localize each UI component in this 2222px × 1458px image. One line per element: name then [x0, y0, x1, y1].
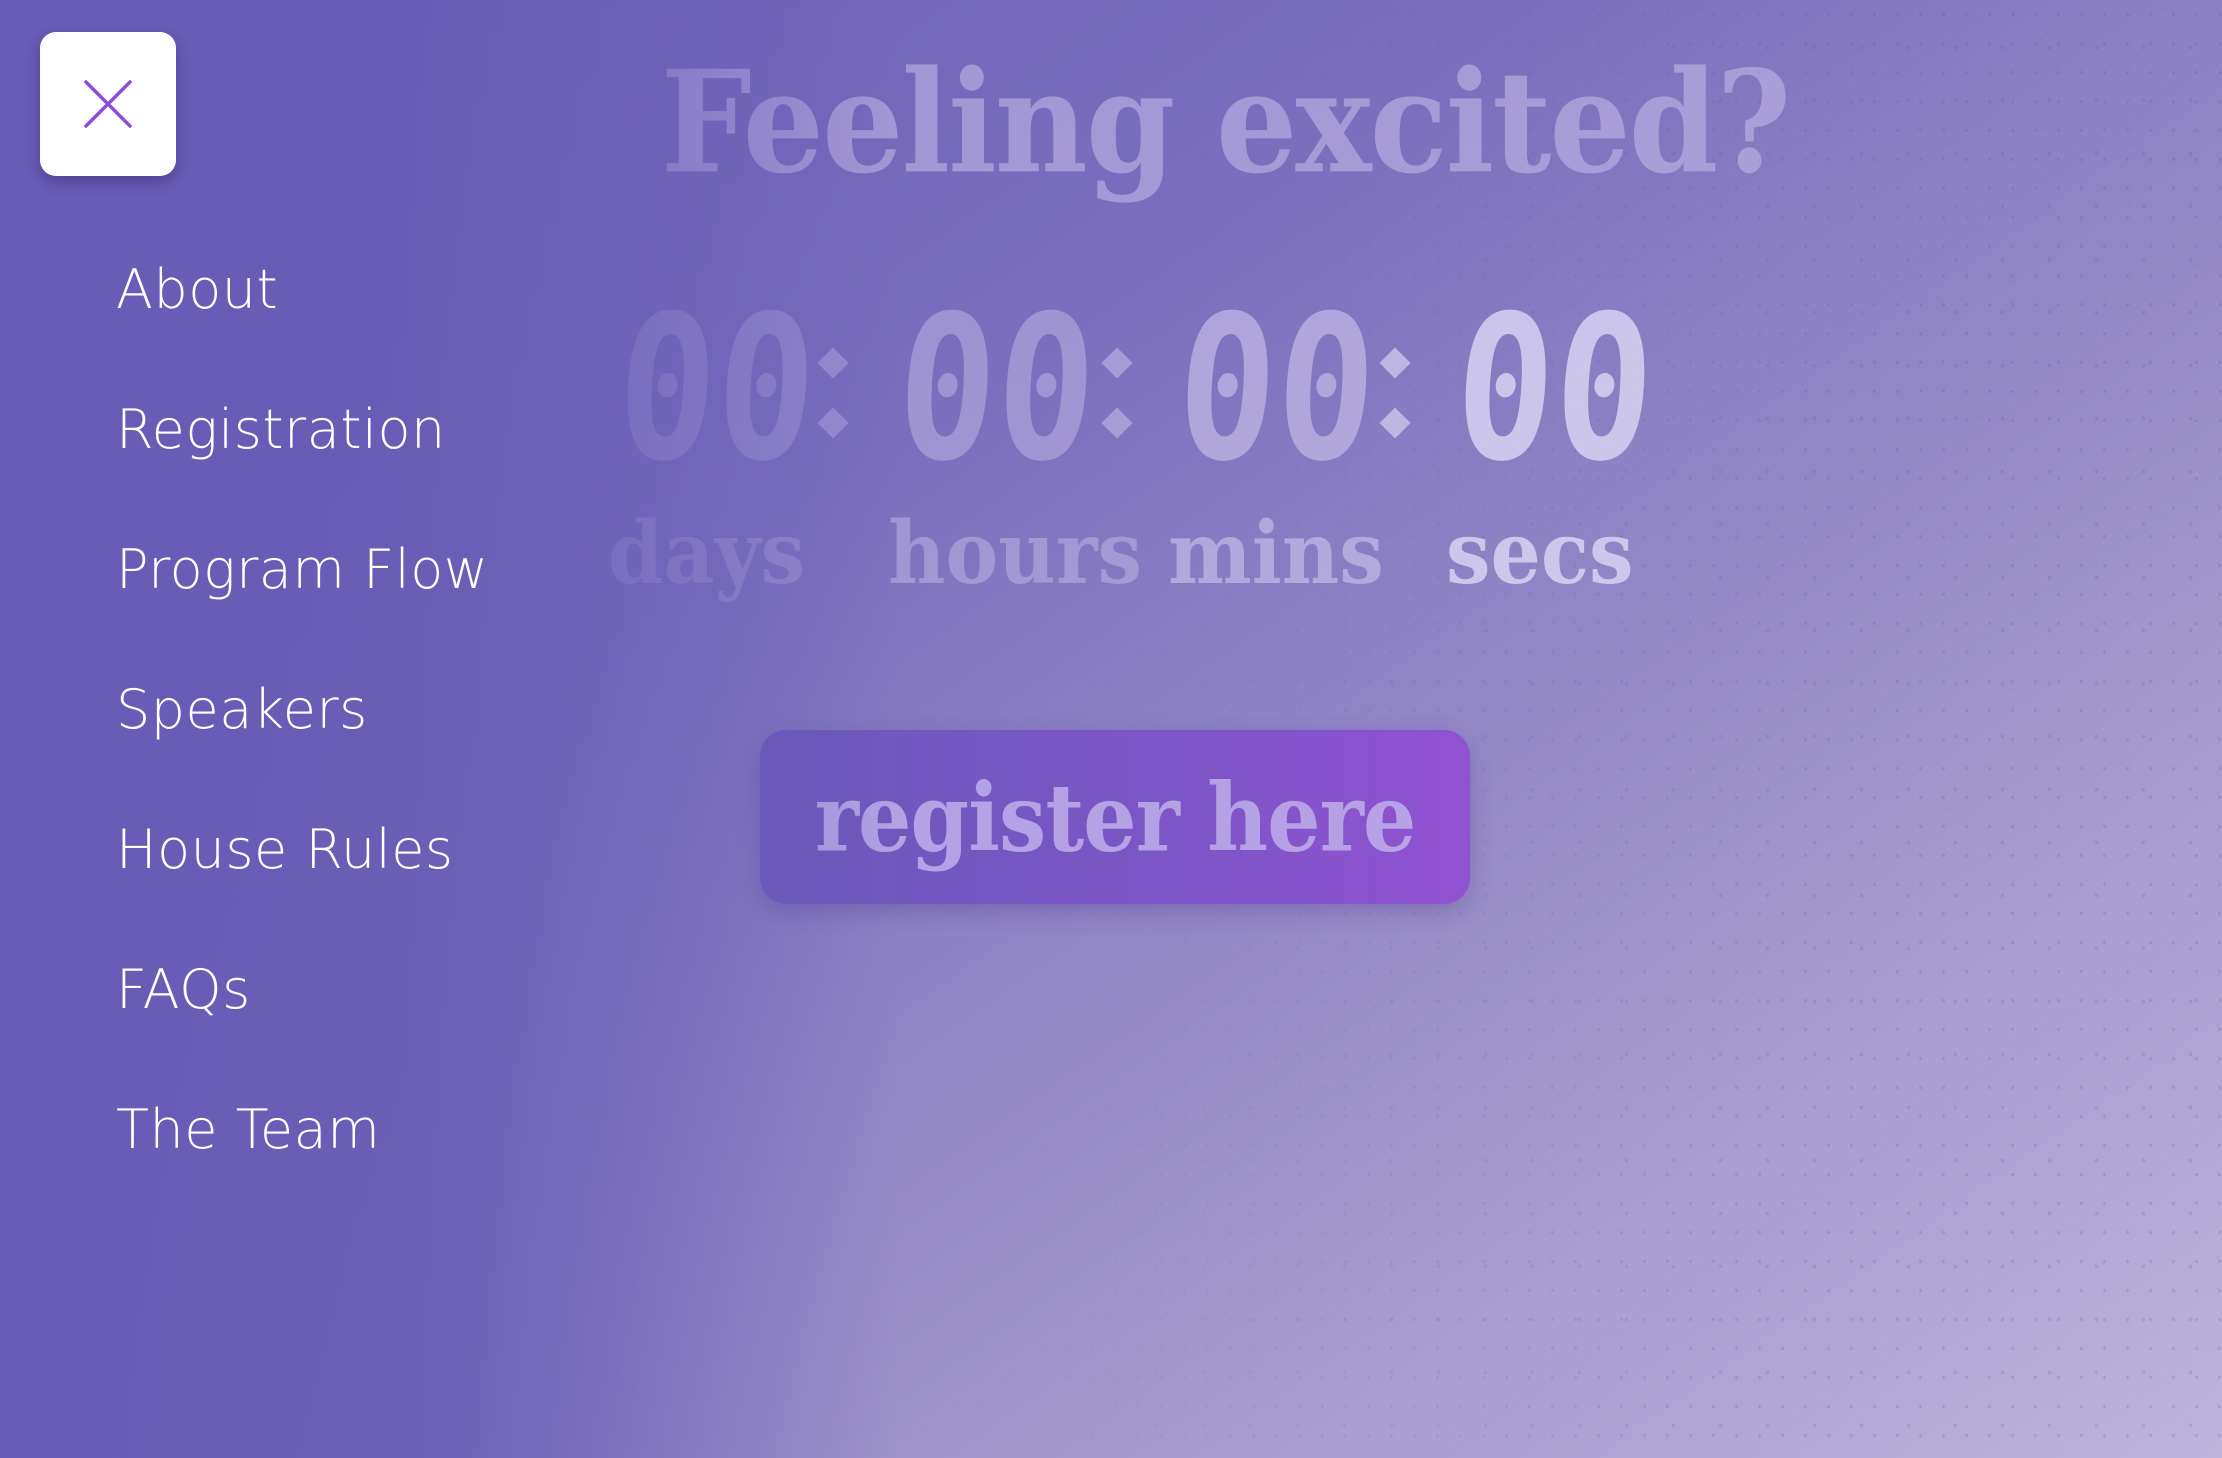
countdown-hours-label: hours — [888, 503, 1143, 604]
nav-item-speakers[interactable]: Speakers — [116, 670, 488, 810]
countdown-secs-label: secs — [1446, 503, 1634, 604]
countdown-mins: 00 mins — [1160, 273, 1384, 604]
countdown-separator — [1376, 340, 1416, 450]
countdown-secs-value: 00 — [1449, 273, 1661, 506]
countdown-hours: 00 hours — [880, 273, 1143, 604]
nav-item-faqs[interactable]: FAQs — [116, 950, 488, 1090]
countdown-separator — [1098, 340, 1138, 450]
close-icon — [84, 80, 132, 128]
countdown-mins-label: mins — [1168, 503, 1384, 604]
countdown-hours-value: 00 — [891, 273, 1103, 506]
nav-menu: About Registration Program Flow Speakers… — [116, 250, 488, 1230]
nav-item-about[interactable]: About — [116, 250, 488, 390]
countdown-secs: 00 secs — [1438, 273, 1661, 604]
nav-item-program-flow[interactable]: Program Flow — [116, 530, 488, 670]
register-button-label: register here — [814, 761, 1417, 873]
nav-item-the-team[interactable]: The Team — [116, 1090, 488, 1230]
close-menu-button[interactable] — [40, 32, 176, 176]
nav-item-registration[interactable]: Registration — [116, 390, 488, 530]
countdown-mins-value: 00 — [1171, 273, 1383, 506]
nav-item-house-rules[interactable]: House Rules — [116, 810, 488, 950]
